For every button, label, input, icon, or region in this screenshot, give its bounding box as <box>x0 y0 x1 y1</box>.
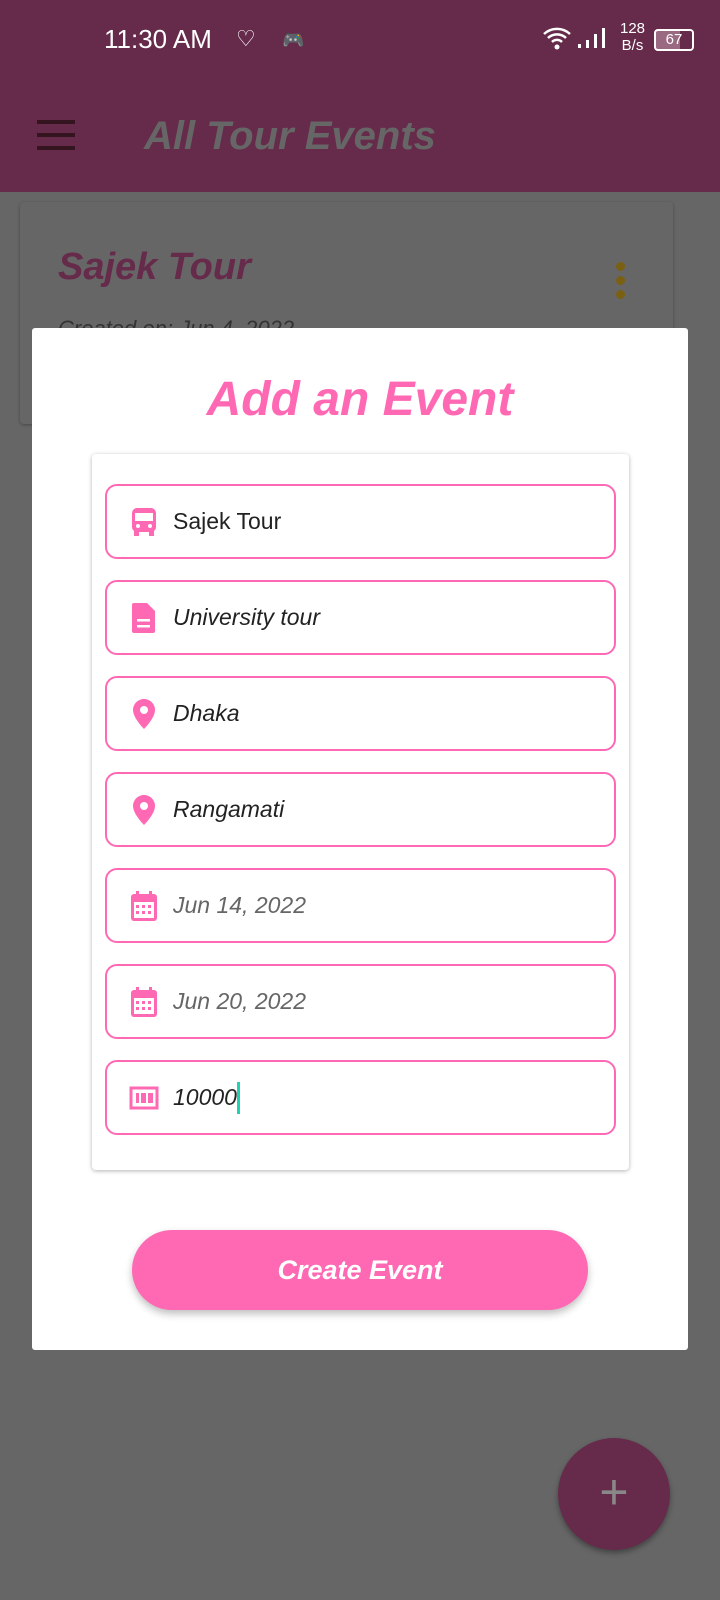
event-form: Sajek Tour University tour Dhaka Rangama… <box>92 454 629 1170</box>
location-pin-icon <box>129 698 159 729</box>
budget-icon <box>129 1083 159 1113</box>
menu-icon[interactable] <box>37 120 75 150</box>
signal-icon <box>576 26 606 56</box>
calendar-icon <box>129 986 159 1017</box>
departure-location-input[interactable]: Dhaka <box>105 676 616 751</box>
more-options-icon[interactable] <box>616 262 626 299</box>
battery-icon: 67 <box>654 29 694 51</box>
add-event-fab[interactable]: + <box>558 1438 670 1550</box>
budget-input[interactable]: 10000 <box>105 1060 616 1135</box>
destination-input[interactable]: Rangamati <box>105 772 616 847</box>
event-title: Sajek Tour <box>58 246 251 288</box>
event-description-input[interactable]: University tour <box>105 580 616 655</box>
dialog-title: Add an Event <box>206 373 514 426</box>
status-time: 11:30 AM <box>104 24 212 54</box>
health-icon: ♡ <box>236 26 256 51</box>
location-pin-icon <box>129 794 159 825</box>
event-name-input[interactable]: Sajek Tour <box>105 484 616 559</box>
start-date-input[interactable]: Jun 14, 2022 <box>105 868 616 943</box>
create-event-button[interactable]: Create Event <box>132 1230 588 1310</box>
document-icon <box>129 602 159 633</box>
game-icon: 🎮 <box>282 30 305 50</box>
status-bar: 11:30 AM ♡ 🎮 128 B/s 67 <box>0 0 720 80</box>
text-cursor <box>236 1081 240 1114</box>
bus-icon <box>129 507 159 537</box>
add-event-dialog: Add an Event Sajek Tour University tour … <box>32 328 688 1350</box>
page-title: All Tour Events <box>144 114 436 158</box>
network-speed: 128 B/s <box>620 20 646 54</box>
calendar-icon <box>129 890 159 921</box>
app-bar: All Tour Events <box>0 80 720 192</box>
end-date-input[interactable]: Jun 20, 2022 <box>105 964 616 1039</box>
wifi-icon <box>542 26 572 56</box>
